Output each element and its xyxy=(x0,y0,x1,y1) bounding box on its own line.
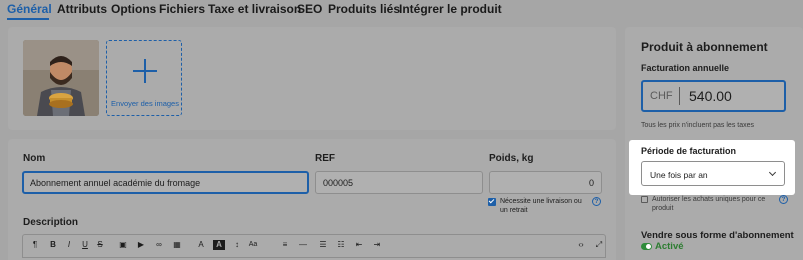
bullet-list-icon[interactable]: ☰ xyxy=(317,240,329,250)
tab-seo[interactable]: SEO xyxy=(297,2,322,16)
one-time-purchase-checkbox[interactable] xyxy=(641,196,648,203)
highlight-color-icon[interactable]: A xyxy=(213,240,225,250)
upload-images-button[interactable]: Envoyer des images xyxy=(106,40,182,116)
one-time-purchase-row: Autoriser les achats uniques pour ce pro… xyxy=(641,195,801,217)
rich-text-toolbar: ¶ B I U S ▣ ▶ ∞ ▦ A A ↕ Aa ≡ — ☰ ☷ ⇤ ⇥ ‹… xyxy=(22,234,606,258)
price-value: 540.00 xyxy=(689,88,732,104)
font-size-icon[interactable]: ↕ xyxy=(231,240,243,250)
tab-options[interactable]: Options xyxy=(111,2,156,16)
shipping-check-row: Nécessite une livraison ou un retrait ? xyxy=(488,197,608,219)
name-input[interactable]: Abonnement annuel académie du fromage xyxy=(22,171,309,194)
billing-label: Facturation annuelle xyxy=(641,63,730,73)
billing-period-value: Une fois par an xyxy=(650,170,708,180)
description-label: Description xyxy=(23,217,79,228)
code-icon[interactable]: ‹› xyxy=(575,240,587,250)
chevron-down-icon xyxy=(768,168,777,177)
paragraph-icon[interactable]: ¶ xyxy=(29,240,41,250)
one-time-purchase-label: Autoriser les achats uniques pour ce pro… xyxy=(652,196,766,212)
italic-icon[interactable]: I xyxy=(63,240,75,250)
plus-icon xyxy=(133,59,157,83)
weight-label: Poids, kg xyxy=(489,153,534,164)
billing-period-panel: Période de facturation Une fois par an xyxy=(629,140,795,195)
tab-taxe-livraison[interactable]: Taxe et livraison xyxy=(208,2,301,16)
tax-note: Tous les prix n'incluent pas les taxes xyxy=(641,122,755,129)
images-card: Envoyer des images xyxy=(8,27,616,130)
currency-label: CHF xyxy=(650,90,673,102)
subscription-card: Produit à abonnement Facturation annuell… xyxy=(625,27,803,260)
weight-input[interactable]: 0 xyxy=(489,171,602,194)
indent-icon[interactable]: ⇥ xyxy=(371,240,383,250)
tab-integrer-produit[interactable]: Intégrer le produit xyxy=(399,2,502,16)
font-family-icon[interactable]: Aa xyxy=(247,240,259,250)
billing-period-select[interactable]: Une fois par an xyxy=(641,161,785,186)
shipping-checkbox[interactable] xyxy=(488,198,496,206)
tab-produits-lies[interactable]: Produits liés xyxy=(328,2,400,16)
table-icon[interactable]: ▦ xyxy=(171,240,183,250)
billing-period-label: Période de facturation xyxy=(641,146,737,156)
subscription-toggle[interactable] xyxy=(641,243,652,250)
upload-images-label: Envoyer des images xyxy=(111,99,179,108)
subscription-status: Activé xyxy=(655,241,684,252)
name-label: Nom xyxy=(23,153,46,164)
tab-attributs[interactable]: Attributs xyxy=(57,2,107,16)
link-icon[interactable]: ∞ xyxy=(153,240,165,250)
fullscreen-icon[interactable]: ⤢ xyxy=(593,240,605,250)
align-icon[interactable]: ≡ xyxy=(279,240,291,250)
numbered-list-icon[interactable]: ☷ xyxy=(335,240,347,250)
ref-label: REF xyxy=(315,153,335,164)
media-icon[interactable]: ▶ xyxy=(135,240,147,250)
product-image-thumbnail[interactable] xyxy=(23,40,99,116)
strikethrough-icon[interactable]: S xyxy=(94,240,106,250)
help-icon[interactable]: ? xyxy=(592,197,601,206)
product-details-card: Nom Abonnement annuel académie du fromag… xyxy=(8,139,616,260)
active-tab-indicator xyxy=(7,18,49,20)
image-icon[interactable]: ▣ xyxy=(117,240,129,250)
outdent-icon[interactable]: ⇤ xyxy=(353,240,365,250)
subscription-title: Produit à abonnement xyxy=(641,40,768,54)
bold-icon[interactable]: B xyxy=(47,240,59,250)
currency-separator xyxy=(679,87,680,105)
tab-general[interactable]: Général xyxy=(7,2,52,16)
ref-input[interactable]: 000005 xyxy=(315,171,483,194)
help-icon[interactable]: ? xyxy=(779,195,788,204)
shipping-check-label: Nécessite une livraison ou un retrait xyxy=(500,198,582,214)
font-color-icon[interactable]: A xyxy=(195,240,207,250)
tab-fichiers[interactable]: Fichiers xyxy=(159,2,205,16)
underline-icon[interactable]: U xyxy=(79,240,91,250)
horizontal-rule-icon[interactable]: — xyxy=(297,240,309,250)
price-input[interactable]: CHF 540.00 xyxy=(641,80,786,112)
sell-as-subscription-label: Vendre sous forme d'abonnement xyxy=(641,230,794,241)
tab-bar: Général Attributs Options Fichiers Taxe … xyxy=(0,0,803,22)
